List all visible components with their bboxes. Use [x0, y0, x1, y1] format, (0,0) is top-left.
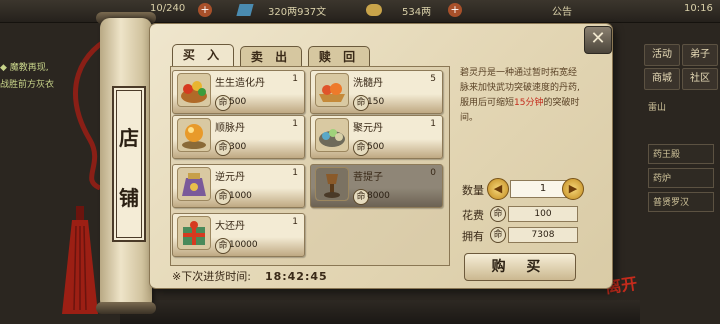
buy-button[interactable]: 购 买 [464, 253, 576, 281]
tab-sell[interactable]: 卖 出 [240, 46, 302, 67]
item-name: 顺脉丹 [215, 123, 245, 134]
add-stamina-button[interactable]: + [198, 3, 212, 17]
item-qty: 5 [430, 74, 436, 84]
scroll-rod-bottom [96, 302, 156, 314]
notice-button[interactable]: 公告 [552, 3, 572, 18]
clock-text: 10:16 [684, 3, 713, 14]
silver-value: 534两 [402, 7, 432, 18]
item-qty: 1 [292, 217, 298, 227]
location-item-furnace[interactable]: 药炉 [648, 168, 714, 188]
item-qty: 1 [292, 74, 298, 84]
item-price: 500 [229, 97, 247, 107]
item-card[interactable]: 洗髓丹 5 命 150 [310, 70, 443, 114]
gem-icon [236, 4, 254, 16]
item-name: 生生造化丹 [215, 78, 265, 89]
item-card[interactable]: 顺脉丹 1 命 300 [172, 115, 305, 159]
item-card[interactable]: 聚元丹 1 命 500 [310, 115, 443, 159]
item-qty: 1 [292, 168, 298, 178]
pill-basket-icon [177, 73, 211, 107]
close-icon[interactable]: ✕ [584, 26, 612, 54]
item-price: 8000 [367, 191, 390, 201]
cost-value: 100 [508, 206, 578, 222]
gift-box-icon [177, 216, 211, 250]
item-name: 洗髓丹 [353, 78, 383, 89]
item-card-sold-out[interactable]: 菩提子 0 命 8000 [310, 164, 443, 208]
decrease-quantity-button[interactable]: ◀ [487, 178, 509, 200]
item-price: 300 [229, 142, 247, 152]
community-button[interactable]: 社区 [682, 68, 718, 90]
item-price: 150 [367, 97, 385, 107]
item-card[interactable]: 大还丹 1 命 10000 [172, 213, 305, 257]
item-qty: 1 [292, 119, 298, 129]
location-item-yaowang[interactable]: 药王殿 [648, 144, 714, 164]
jade-pills-icon [315, 118, 349, 152]
item-price: 1000 [229, 191, 252, 201]
item-qty: 1 [430, 119, 436, 129]
area-label: 雷山 [648, 103, 667, 113]
shop-title-char-1: 店 [119, 126, 139, 150]
activity-button[interactable]: 活动 [644, 44, 680, 66]
restock-timer: ※下次进货时间: 18:42:45 [172, 268, 328, 284]
item-card[interactable]: 逆元丹 1 命 1000 [172, 164, 305, 208]
copper-value: 320两937文 [268, 7, 327, 18]
item-name: 菩提子 [353, 172, 383, 183]
item-name: 逆元丹 [215, 172, 245, 183]
orange-pills-icon [315, 73, 349, 107]
currency-icon: 命 [490, 206, 506, 222]
mall-button[interactable]: 商城 [644, 68, 680, 90]
item-description: 碧灵丹是一种通过暂时拓宽经脉来加快武功突破速度的丹药,服用后可缩短15分钟的突破… [460, 66, 582, 170]
item-name: 聚元丹 [353, 123, 383, 134]
tab-buy[interactable]: 买 入 [172, 44, 234, 67]
item-price: 10000 [229, 240, 258, 250]
shop-title: 店 铺 [112, 86, 146, 242]
owned-label: 拥有 [462, 230, 484, 243]
incense-icon [315, 167, 349, 201]
bottom-dock [120, 300, 640, 324]
item-price: 500 [367, 142, 385, 152]
location-item-arhat[interactable]: 普贤罗汉 [648, 192, 714, 212]
description-highlight: 15分钟 [514, 98, 544, 108]
quantity-label: 数量 [462, 184, 484, 197]
blue-orb-icon [177, 118, 211, 152]
currency-icon: 命 [490, 227, 506, 243]
add-silver-button[interactable]: + [448, 3, 462, 17]
stamina-value: 10/240 [150, 3, 186, 14]
item-name: 大还丹 [215, 221, 245, 232]
ingot-icon [366, 4, 382, 16]
pouch-icon [177, 167, 211, 201]
item-qty: 0 [430, 168, 436, 178]
tassel-icon [62, 206, 98, 314]
restock-label: ※下次进货时间: [172, 270, 251, 283]
cost-label: 花费 [462, 209, 484, 222]
owned-value: 7308 [508, 227, 578, 243]
shop-title-char-2: 铺 [119, 186, 139, 210]
disciple-button[interactable]: 弟子 [682, 44, 718, 66]
increase-quantity-button[interactable]: ▶ [562, 178, 584, 200]
tab-redeem[interactable]: 赎 回 [308, 46, 370, 67]
restock-time: 18:42:45 [264, 270, 328, 283]
item-card[interactable]: 生生造化丹 1 命 500 [172, 70, 305, 114]
